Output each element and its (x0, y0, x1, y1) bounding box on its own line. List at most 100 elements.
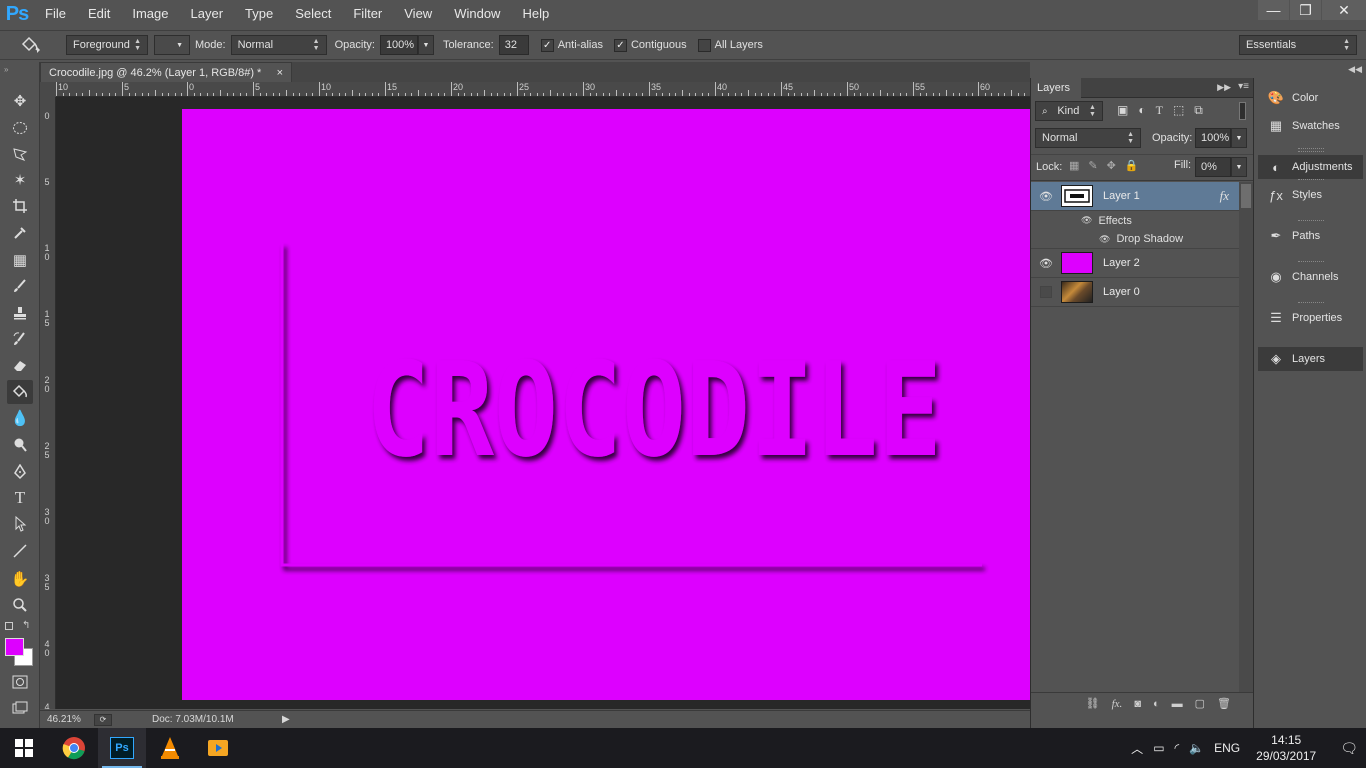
drop-shadow-eye-icon[interactable]: 👁 (1099, 234, 1110, 245)
workspace-dropdown[interactable]: Essentials ▲ ▼ (1239, 35, 1357, 55)
clone-stamp-icon[interactable] (7, 301, 33, 325)
dodge-tool-icon[interactable] (7, 433, 33, 457)
menu-select[interactable]: Select (284, 0, 342, 28)
panel-paths[interactable]: ✒ Paths (1258, 224, 1363, 248)
battery-icon[interactable]: ▭ (1153, 741, 1164, 755)
smart-object-filter-icon[interactable]: ⧉ (1194, 103, 1203, 118)
document-canvas[interactable]: CROCODILE (182, 109, 1030, 700)
menu-layer[interactable]: Layer (180, 0, 235, 28)
contiguous-checkbox[interactable]: ✓ (613, 38, 627, 52)
add-style-icon[interactable]: fx. (1112, 698, 1123, 710)
maximize-button[interactable]: ❐ (1290, 0, 1321, 20)
photoshop-taskbar-icon[interactable]: Ps (98, 728, 146, 768)
menu-file[interactable]: File (34, 0, 77, 28)
move-tool-icon[interactable]: ✥ (7, 89, 33, 113)
menu-view[interactable]: View (393, 0, 443, 28)
fill-input[interactable]: 0% (1195, 157, 1231, 177)
layer-row-layer-2[interactable]: 👁 Layer 2 (1031, 249, 1239, 278)
layer-opacity-input[interactable]: 100% (1195, 128, 1231, 148)
crop-tool-icon[interactable] (7, 194, 33, 218)
healing-brush-icon[interactable]: ▦ (7, 248, 33, 272)
magic-wand-icon[interactable]: ✶ (7, 168, 33, 192)
adjustment-filter-icon[interactable]: ◐ (1138, 103, 1145, 118)
language-indicator[interactable]: ENG (1214, 741, 1240, 755)
line-tool-icon[interactable] (7, 539, 33, 563)
layer-name[interactable]: Layer 1 (1103, 190, 1140, 202)
layer-opacity-dropdown[interactable]: ▼ (1231, 128, 1247, 148)
type-tool-icon[interactable]: T (7, 486, 33, 510)
type-filter-icon[interactable]: T (1156, 103, 1163, 118)
blend-mode-dropdown[interactable]: Normal ▲ ▼ (1035, 128, 1141, 148)
drop-shadow-row[interactable]: 👁 Drop Shadow (1031, 230, 1239, 249)
chrome-icon[interactable] (50, 728, 98, 768)
lock-transparent-icon[interactable]: ▦ (1069, 159, 1079, 172)
status-menu-arrow-icon[interactable]: ▶ (282, 714, 290, 725)
filter-toggle[interactable] (1239, 102, 1246, 120)
elliptical-marquee-icon[interactable] (7, 116, 33, 140)
effects-row[interactable]: 👁 Effects (1031, 211, 1239, 230)
default-colors-icon[interactable] (5, 622, 13, 630)
tolerance-input[interactable]: 32 (498, 35, 529, 55)
fx-icon[interactable]: fx (1220, 188, 1229, 204)
layer-list-scrollbar[interactable] (1239, 182, 1253, 692)
polygonal-lasso-icon[interactable] (7, 142, 33, 166)
windows-start-icon[interactable] (0, 728, 48, 768)
menu-window[interactable]: Window (443, 0, 511, 28)
panel-swatches[interactable]: ▦ Swatches (1258, 114, 1363, 138)
link-layers-icon[interactable]: ⛓ (1086, 697, 1100, 710)
visibility-eye-icon[interactable]: 👁 (1031, 257, 1061, 270)
zoom-tool-icon[interactable] (7, 593, 33, 617)
anti-alias-checkbox[interactable]: ✓ (540, 38, 554, 52)
menu-filter[interactable]: Filter (342, 0, 393, 28)
layer-row-layer-1[interactable]: 👁 Layer 1 fx (1031, 182, 1239, 211)
notifications-icon[interactable]: 🗨 (1340, 740, 1358, 757)
fill-dropdown[interactable]: ▼ (1231, 157, 1247, 177)
document-tab[interactable]: Crocodile.jpg @ 46.2% (Layer 1, RGB/8#) … (40, 62, 292, 82)
layer-row-layer-0[interactable]: Layer 0 (1031, 278, 1239, 307)
share-icon[interactable]: ⟳ (94, 713, 112, 726)
layer-name[interactable]: Layer 2 (1103, 257, 1140, 269)
eraser-icon[interactable] (7, 353, 33, 377)
visibility-toggle-off[interactable] (1031, 286, 1061, 298)
menu-edit[interactable]: Edit (77, 0, 121, 28)
lock-pixels-icon[interactable]: ✎ (1088, 159, 1097, 172)
opacity-input[interactable]: 100% (379, 35, 418, 55)
canvas-area[interactable]: CROCODILE (56, 97, 1030, 709)
close-tab-icon[interactable]: × (277, 67, 283, 79)
volume-icon[interactable]: 🔈 (1189, 741, 1204, 755)
lock-all-icon[interactable]: 🔒 (1125, 159, 1139, 172)
path-selection-icon[interactable] (7, 512, 33, 536)
blur-tool-icon[interactable]: 💧 (7, 406, 33, 430)
vlc-icon[interactable] (146, 728, 194, 768)
pixel-filter-icon[interactable]: ▣ (1117, 103, 1128, 118)
new-group-icon[interactable]: ▬ (1172, 698, 1183, 710)
foreground-color-swatch[interactable] (5, 638, 24, 656)
brush-tool-icon[interactable] (7, 274, 33, 298)
hand-tool-icon[interactable]: ✋ (7, 567, 33, 591)
new-adjustment-icon[interactable]: ◐ (1153, 698, 1160, 710)
pen-tool-icon[interactable] (7, 460, 33, 484)
layer-filter-dropdown[interactable]: ⌕ Kind ▲ ▼ (1035, 101, 1103, 121)
video-app-icon[interactable] (194, 728, 242, 768)
swap-colors-icon[interactable]: ↰ (22, 620, 30, 631)
panel-properties[interactable]: ☰ Properties (1258, 306, 1363, 330)
all-layers-checkbox[interactable] (697, 38, 711, 52)
panel-menu-icon[interactable]: ▾≡ (1238, 81, 1249, 92)
panel-adjustments[interactable]: ◐ Adjustments (1258, 155, 1363, 179)
eyedropper-icon[interactable] (7, 221, 33, 245)
pattern-picker[interactable]: ▼ (154, 35, 190, 55)
close-button[interactable]: ✕ (1322, 0, 1366, 20)
screen-mode-icon[interactable] (7, 696, 33, 720)
layers-tab[interactable]: Layers (1031, 78, 1081, 98)
mode-dropdown[interactable]: Normal ▲ ▼ (230, 35, 327, 55)
opacity-dropdown-button[interactable]: ▼ (417, 35, 434, 55)
menu-type[interactable]: Type (234, 0, 284, 28)
paint-bucket-icon[interactable] (12, 36, 48, 54)
paint-bucket-tool-icon[interactable] (7, 380, 33, 404)
zoom-level[interactable]: 46.21% (40, 714, 90, 725)
new-layer-icon[interactable]: ▢ (1195, 697, 1205, 710)
dock-collapse-icon[interactable]: ◀◀ (1348, 64, 1362, 75)
visibility-eye-icon[interactable]: 👁 (1031, 190, 1061, 203)
fill-source-dropdown[interactable]: Foreground ▲ ▼ (66, 35, 148, 55)
quick-mask-icon[interactable] (7, 670, 33, 694)
